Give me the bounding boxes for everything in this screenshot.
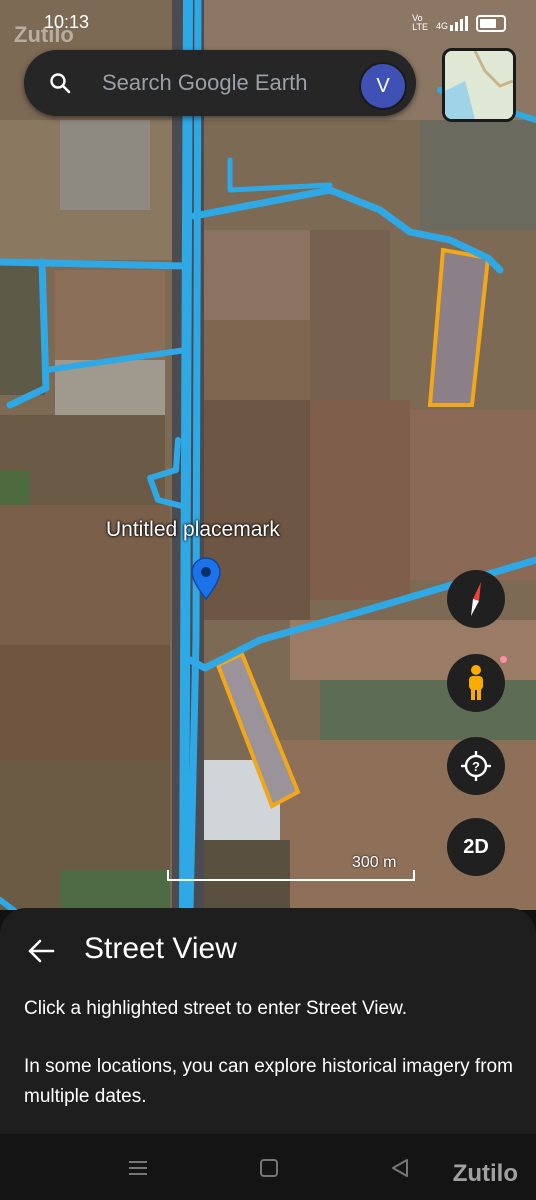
network-label: 4G bbox=[435, 20, 448, 31]
menu-nav-icon[interactable] bbox=[124, 1154, 152, 1182]
notification-dot bbox=[500, 656, 507, 663]
scale-label: 300 m bbox=[352, 854, 397, 871]
signal-icon: 4G bbox=[435, 15, 468, 31]
search-icon bbox=[50, 73, 71, 94]
map-style-thumbnail[interactable] bbox=[442, 48, 516, 122]
location-pin-icon[interactable] bbox=[190, 556, 222, 600]
search-bar[interactable]: Search Google Earth bbox=[24, 50, 416, 116]
map-thumbnail-icon bbox=[445, 51, 513, 119]
search-input[interactable]: Search Google Earth bbox=[102, 70, 307, 96]
volte-icon: Vo LTE bbox=[412, 13, 428, 32]
pegman-icon bbox=[469, 665, 483, 700]
view-mode-2d-button[interactable]: 2D bbox=[447, 818, 505, 876]
location-target-icon: ? bbox=[461, 751, 491, 781]
pegman-button[interactable] bbox=[447, 654, 507, 712]
status-time: 10:13 bbox=[44, 12, 90, 32]
home-nav-icon[interactable] bbox=[255, 1154, 283, 1182]
svg-text:?: ? bbox=[472, 759, 480, 774]
account-avatar[interactable]: V bbox=[359, 62, 407, 110]
panel-history-note: In some locations, you can explore histo… bbox=[24, 1056, 513, 1107]
panel-instruction: Click a highlighted street to enter Stre… bbox=[24, 998, 408, 1019]
compass-button[interactable] bbox=[447, 570, 505, 628]
back-arrow-icon[interactable] bbox=[26, 936, 56, 966]
placemark-label[interactable]: Untitled placemark bbox=[106, 518, 280, 542]
my-location-button[interactable]: ? bbox=[447, 737, 505, 795]
compass-icon bbox=[471, 582, 481, 616]
street-view-panel: Street View Click a highlighted street t… bbox=[0, 908, 536, 1134]
back-nav-icon[interactable] bbox=[386, 1154, 414, 1182]
panel-title: Street View bbox=[84, 932, 237, 965]
system-icons: Vo LTE 4G bbox=[412, 14, 506, 32]
battery-icon bbox=[476, 14, 506, 32]
watermark-bottom: Zutilo bbox=[452, 1160, 518, 1187]
status-bar: Zutilo 10:13 Vo LTE 4G bbox=[0, 0, 536, 47]
